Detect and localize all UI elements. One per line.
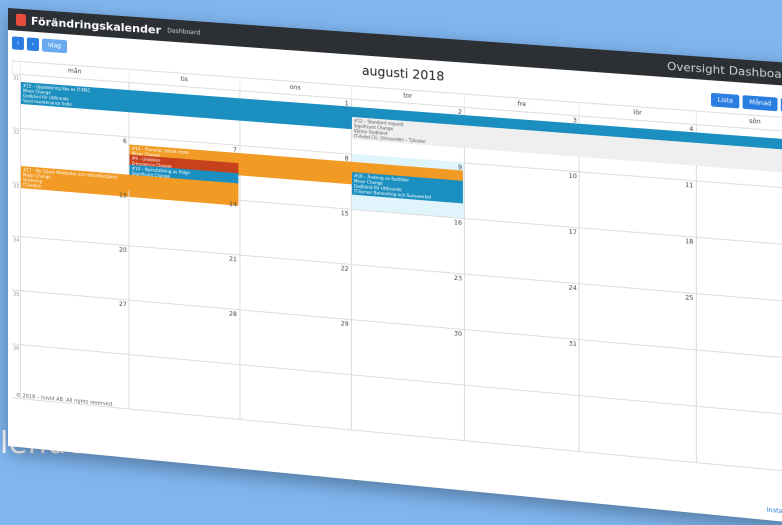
week-number: 33 — [12, 183, 20, 190]
day-cell[interactable]: 19 — [695, 236, 782, 303]
calendar-icon — [15, 13, 26, 27]
day-cell[interactable]: 11 — [578, 171, 696, 237]
week-number: 36 — [12, 345, 20, 353]
view-button-lista[interactable]: Lista — [710, 92, 740, 109]
install-mode-link[interactable]: Install mode — [767, 506, 782, 517]
day-number: 31 — [568, 340, 577, 349]
day-cell[interactable] — [695, 405, 782, 474]
day-number: 22 — [340, 265, 349, 273]
view-button-månad[interactable]: Månad — [742, 95, 778, 112]
day-number: 14 — [229, 200, 237, 209]
calendar-app-window: Förändringskalender Dashboard Oversight … — [8, 8, 782, 525]
weeknum-header — [11, 61, 20, 74]
day-cell[interactable]: 31 — [464, 329, 579, 396]
day-cell[interactable]: 14 — [128, 190, 239, 255]
month-grid: måntisonstorfrelörsön 3112345#15 – Uppda… — [11, 60, 782, 478]
day-cell[interactable]: 24 — [464, 273, 579, 340]
day-cell[interactable]: 25 — [578, 283, 696, 350]
week-number: 32 — [12, 129, 20, 136]
day-number: 15 — [340, 209, 349, 218]
day-number: 18 — [685, 237, 694, 246]
day-number: 29 — [340, 320, 349, 329]
day-number: 28 — [229, 310, 237, 319]
weeks-container: 3112345#15 – Uppdatering Bas av IT-MSCMi… — [11, 73, 782, 477]
day-cell[interactable] — [350, 374, 465, 441]
day-cell[interactable]: 13 — [19, 181, 129, 246]
day-cell[interactable]: 18 — [578, 227, 696, 294]
week-number: 34 — [12, 237, 20, 244]
day-number: 27 — [118, 300, 127, 309]
day-cell[interactable]: 16 — [350, 208, 465, 274]
day-number: 11 — [685, 181, 694, 190]
day-cell[interactable]: 10 — [464, 162, 579, 228]
day-cell[interactable]: 30 — [350, 319, 465, 385]
day-cell[interactable] — [238, 364, 351, 430]
day-cell[interactable]: 29 — [238, 309, 351, 375]
day-cell[interactable]: 17 — [464, 217, 579, 284]
day-number: 20 — [118, 246, 127, 255]
brand-subtitle[interactable]: Dashboard — [167, 27, 200, 36]
day-cell[interactable]: 27 — [19, 290, 129, 355]
day-cell[interactable]: 22 — [238, 254, 351, 320]
day-cell[interactable]: 21 — [128, 245, 239, 310]
day-cell[interactable]: 15 — [238, 199, 351, 264]
day-number: 16 — [453, 219, 462, 228]
day-number: 17 — [568, 228, 577, 237]
day-cell[interactable]: 20 — [19, 236, 129, 300]
day-number: 21 — [229, 255, 237, 264]
day-cell[interactable]: 28 — [128, 299, 239, 365]
day-number: 24 — [568, 284, 577, 293]
day-number: 6 — [122, 137, 127, 146]
day-number: 10 — [568, 172, 577, 181]
day-number: 23 — [453, 274, 462, 283]
week-number: 35 — [12, 291, 20, 299]
day-number: 25 — [685, 294, 694, 303]
day-cell[interactable] — [128, 354, 239, 419]
day-cell[interactable] — [578, 395, 696, 462]
day-cell[interactable]: 12 — [695, 180, 782, 247]
day-cell[interactable]: 23 — [350, 263, 465, 330]
stage: Förändringskalender Dashboard Oversight … — [0, 0, 782, 525]
day-cell[interactable] — [464, 384, 579, 451]
day-number: 30 — [453, 330, 462, 339]
week-number: 31 — [12, 75, 20, 82]
day-number: 13 — [118, 192, 127, 200]
